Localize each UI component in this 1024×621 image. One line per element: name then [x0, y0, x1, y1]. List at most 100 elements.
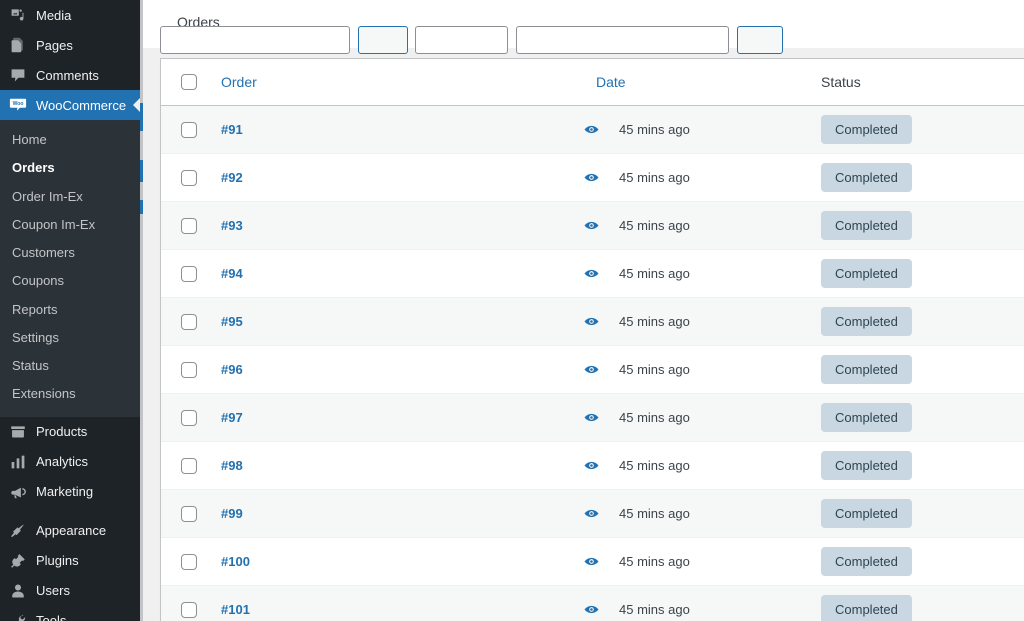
eye-icon[interactable] — [581, 312, 601, 332]
table-row[interactable]: #94 45 mins ago Completed — [161, 249, 1024, 298]
table-row[interactable]: #100 45 mins ago Completed — [161, 537, 1024, 586]
sidebar-item-label: Products — [36, 424, 88, 439]
table-row[interactable]: #93 45 mins ago Completed — [161, 201, 1024, 250]
row-select-checkbox[interactable] — [181, 169, 197, 186]
submenu-item-settings[interactable]: Settings — [0, 324, 140, 352]
submenu-item-orders[interactable]: Orders — [0, 154, 140, 182]
row-select-checkbox[interactable] — [181, 361, 197, 378]
column-header-date-link[interactable]: Date — [576, 74, 626, 90]
eye-icon[interactable] — [581, 600, 601, 620]
order-cell: #101 — [201, 585, 576, 621]
row-select-checkbox[interactable] — [181, 553, 197, 570]
sidebar-item-marketing[interactable]: Marketing — [0, 477, 140, 507]
order-link[interactable]: #91 — [201, 122, 243, 137]
row-select-checkbox[interactable] — [181, 313, 197, 330]
order-cell: #95 — [201, 297, 576, 346]
order-link[interactable]: #94 — [201, 266, 243, 281]
table-row[interactable]: #98 45 mins ago Completed — [161, 441, 1024, 490]
row-select-checkbox[interactable] — [181, 457, 197, 474]
table-header-row: Order Date Status — [161, 59, 1024, 106]
submenu-item-order-im-ex[interactable]: Order Im-Ex — [0, 183, 140, 211]
sidebar-item-plugins[interactable]: Plugins — [0, 546, 140, 576]
sidebar-item-appearance[interactable]: Appearance — [0, 516, 140, 546]
sidebar-item-products[interactable]: Products — [0, 417, 140, 447]
order-link[interactable]: #92 — [201, 170, 243, 185]
row-select-checkbox[interactable] — [181, 409, 197, 426]
order-link[interactable]: #95 — [201, 314, 243, 329]
status-filter-select[interactable] — [415, 26, 508, 54]
date-cell: 45 mins ago — [576, 249, 801, 298]
sidebar-item-media[interactable]: Media — [0, 0, 140, 30]
table-row[interactable]: #92 45 mins ago Completed — [161, 153, 1024, 202]
date-range-input[interactable] — [516, 26, 729, 54]
status-cell: Completed — [801, 537, 1024, 586]
table-row[interactable]: #97 45 mins ago Completed — [161, 393, 1024, 442]
table-row[interactable]: #99 45 mins ago Completed — [161, 489, 1024, 538]
sidebar-item-label: Users — [36, 583, 70, 598]
order-link[interactable]: #97 — [201, 410, 243, 425]
status-badge: Completed — [821, 354, 912, 385]
table-row[interactable]: #96 45 mins ago Completed — [161, 345, 1024, 394]
row-select-cell — [161, 249, 201, 298]
row-select-checkbox[interactable] — [181, 601, 197, 618]
table-row[interactable]: #101 45 mins ago Completed — [161, 585, 1024, 621]
eye-icon[interactable] — [581, 216, 601, 236]
submenu-item-coupon-im-ex[interactable]: Coupon Im-Ex — [0, 211, 140, 239]
status-cell: Completed — [801, 249, 1024, 298]
order-link[interactable]: #93 — [201, 218, 243, 233]
order-link[interactable]: #100 — [201, 554, 250, 569]
eye-icon[interactable] — [581, 504, 601, 524]
row-select-cell — [161, 105, 201, 154]
order-link[interactable]: #101 — [201, 602, 250, 617]
sidebar-item-woocommerce[interactable]: Woo WooCommerce — [0, 90, 140, 120]
row-select-checkbox[interactable] — [181, 121, 197, 138]
sidebar-item-users[interactable]: Users — [0, 576, 140, 606]
order-link[interactable]: #96 — [201, 362, 243, 377]
eye-icon[interactable] — [581, 120, 601, 140]
eye-icon[interactable] — [581, 360, 601, 380]
sidebar-item-tools[interactable]: Tools — [0, 606, 140, 621]
search-button[interactable] — [358, 26, 408, 54]
submenu-item-coupons[interactable]: Coupons — [0, 267, 140, 295]
order-link[interactable]: #99 — [201, 506, 243, 521]
table-row[interactable]: #95 45 mins ago Completed — [161, 297, 1024, 346]
row-select-checkbox[interactable] — [181, 265, 197, 282]
submenu-item-home[interactable]: Home — [0, 126, 140, 154]
sidebar-item-analytics[interactable]: Analytics — [0, 447, 140, 477]
order-cell: #92 — [201, 153, 576, 202]
select-all-checkbox[interactable] — [181, 74, 197, 90]
status-badge: Completed — [821, 114, 912, 145]
row-select-cell — [161, 441, 201, 490]
row-select-checkbox[interactable] — [181, 505, 197, 522]
status-cell-inner: Completed — [801, 210, 1024, 241]
status-cell-inner: Completed — [801, 498, 1024, 529]
submenu-item-extensions[interactable]: Extensions — [0, 380, 140, 408]
sidebar-top-group: Media Pages Comments — [0, 0, 140, 90]
column-header-order-link[interactable]: Order — [201, 74, 257, 90]
order-cell: #100 — [201, 537, 576, 586]
table-row[interactable]: #91 45 mins ago Completed — [161, 105, 1024, 154]
search-input[interactable] — [160, 26, 350, 54]
order-date: 45 mins ago — [619, 122, 690, 137]
comments-icon — [8, 65, 28, 85]
submenu-item-reports[interactable]: Reports — [0, 296, 140, 324]
orders-table-body: #91 45 mins ago Completed #92 45 mins ago Com… — [161, 105, 1024, 621]
eye-icon[interactable] — [581, 264, 601, 284]
sidebar-item-pages[interactable]: Pages — [0, 30, 140, 60]
sidebar-item-label: Pages — [36, 37, 73, 53]
submenu-item-customers[interactable]: Customers — [0, 239, 140, 267]
filter-button[interactable] — [737, 26, 783, 54]
column-header-status-label: Status — [821, 74, 861, 90]
eye-icon[interactable] — [581, 168, 601, 188]
order-date: 45 mins ago — [619, 458, 690, 473]
order-link[interactable]: #98 — [201, 458, 243, 473]
eye-icon[interactable] — [581, 456, 601, 476]
row-select-checkbox[interactable] — [181, 217, 197, 234]
eye-icon[interactable] — [581, 552, 601, 572]
submenu-item-status[interactable]: Status — [0, 352, 140, 380]
eye-icon[interactable] — [581, 408, 601, 428]
sidebar-item-comments[interactable]: Comments — [0, 60, 140, 90]
order-date: 45 mins ago — [619, 170, 690, 185]
status-cell: Completed — [801, 297, 1024, 346]
date-cell: 45 mins ago — [576, 201, 801, 250]
